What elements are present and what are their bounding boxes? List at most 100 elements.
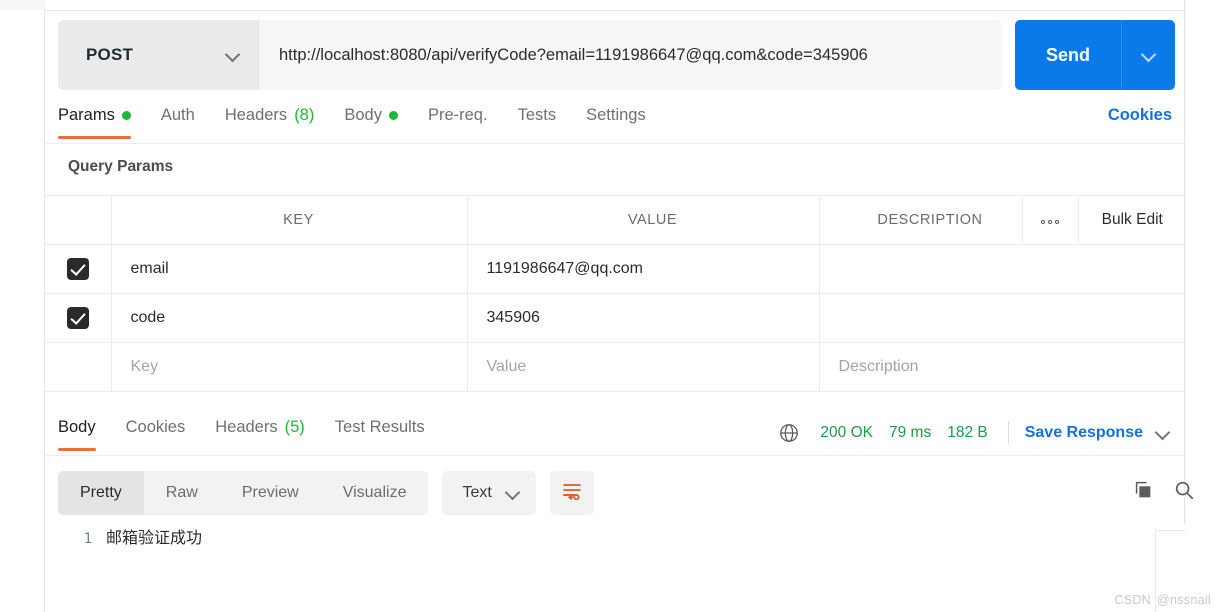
param-description-placeholder-text: Description [838, 358, 919, 375]
url-text: http://localhost:8080/api/verifyCode?ema… [279, 45, 868, 64]
watermark-user: @nssnail [1157, 593, 1211, 607]
param-key-placeholder-cell[interactable]: Key [111, 342, 468, 392]
response-tabs-divider [45, 455, 1186, 456]
watermark-brand: CSDN [1114, 593, 1151, 607]
tab-count-badge: (8) [294, 106, 315, 124]
meta-divider [1007, 421, 1009, 445]
response-format-label: Text [462, 484, 492, 501]
param-description-cell[interactable] [819, 293, 1186, 343]
url-input[interactable]: http://localhost:8080/api/verifyCode?ema… [258, 20, 1002, 90]
copy-icon[interactable] [1132, 479, 1154, 501]
param-key-text: email [130, 260, 169, 277]
tab-status-dot-icon [388, 111, 398, 120]
chevron-down-icon [1142, 48, 1156, 62]
param-value-text: 345906 [486, 309, 540, 326]
save-response-button[interactable]: Save Response [1025, 424, 1143, 442]
request-tab-auth[interactable]: Auth [146, 106, 210, 139]
tab-label: Headers [215, 418, 278, 436]
response-actions [1132, 479, 1195, 501]
key-header-label: KEY [283, 212, 314, 228]
bulk-edit-button[interactable]: Bulk Edit [1078, 195, 1186, 245]
value-header: VALUE [467, 195, 820, 245]
query-params-body: email 1191986647@qq.com code 345906 Key Value… [45, 244, 1186, 392]
value-header-label: VALUE [627, 212, 678, 228]
response-format-select[interactable]: Text [442, 471, 536, 515]
tab-label: Body [58, 418, 96, 436]
response-tab-testresults[interactable]: Test Results [320, 418, 440, 451]
code-line: 1 邮箱验证成功 [58, 524, 1206, 554]
response-viewer-toolbar: Pretty Raw Preview Visualize Text [58, 471, 594, 515]
tab-label: Body [344, 106, 382, 124]
more-options-icon[interactable] [1041, 220, 1059, 224]
param-key-cell[interactable]: code [111, 293, 468, 343]
table-row: code 345906 [45, 293, 1186, 343]
tab-label: Headers [224, 106, 288, 124]
http-method-label: POST [86, 45, 134, 64]
panel-top-divider [45, 10, 1185, 11]
send-button-group: Send [1015, 20, 1175, 90]
tab-label: Settings [586, 106, 646, 124]
line-number: 1 [83, 531, 92, 547]
row-checkbox-cell[interactable] [45, 244, 112, 294]
viewer-mode-visualize[interactable]: Visualize [321, 471, 429, 515]
response-tab-headers[interactable]: Headers (5) [200, 418, 320, 451]
tab-label: Auth [160, 106, 195, 124]
word-wrap-icon [562, 482, 582, 505]
request-tab-prereq[interactable]: Pre-req. [413, 106, 503, 139]
select-all-header [45, 195, 112, 245]
more-options-header[interactable] [1022, 195, 1079, 245]
response-time: 79 ms [888, 424, 932, 441]
tab-label: Cookies [125, 418, 186, 436]
param-description-placeholder-cell[interactable]: Description [819, 342, 1186, 392]
response-tabs: Body Cookies Headers (5) Test Results 200 OK… [45, 412, 1186, 456]
query-params-title: Query Params [68, 158, 174, 175]
request-tab-settings[interactable]: Settings [571, 106, 661, 139]
response-meta: 200 OK 79 ms 182 B Save Response [778, 421, 1170, 445]
response-tab-cookies[interactable]: Cookies [111, 418, 201, 451]
param-value-cell[interactable]: 1191986647@qq.com [467, 244, 820, 294]
watermark: CSDN @nssnail [1114, 593, 1211, 607]
left-gutter [0, 0, 45, 612]
line-text: 邮箱验证成功 [106, 528, 203, 547]
param-value-placeholder-cell[interactable]: Value [467, 342, 820, 392]
right-margin [1186, 0, 1219, 612]
viewer-mode-group: Pretty Raw Preview Visualize [58, 471, 429, 515]
send-options-button[interactable] [1122, 20, 1175, 90]
response-body-code[interactable]: 1 邮箱验证成功 [58, 524, 1206, 612]
chevron-down-icon[interactable] [1156, 426, 1170, 440]
row-checkbox[interactable] [66, 258, 89, 280]
chevron-down-icon [506, 486, 520, 500]
cookies-link[interactable]: Cookies [1108, 106, 1172, 125]
param-value-cell[interactable]: 345906 [467, 293, 820, 343]
chevron-down-icon [226, 48, 240, 62]
word-wrap-button[interactable] [549, 471, 594, 515]
request-tabs-divider [45, 143, 1185, 144]
viewer-mode-preview[interactable]: Preview [220, 471, 321, 515]
row-checkbox[interactable] [66, 307, 89, 329]
param-key-text: code [130, 309, 166, 326]
row-checkbox-cell[interactable] [45, 293, 112, 343]
param-description-cell[interactable] [819, 244, 1186, 294]
postman-request-response-view: POST http://localhost:8080/api/verifyCod… [0, 0, 1219, 612]
tab-label: Test Results [334, 418, 425, 436]
description-header-label: DESCRIPTION [877, 212, 983, 228]
row-checkbox-cell[interactable] [45, 342, 112, 392]
viewer-mode-pretty[interactable]: Pretty [58, 471, 144, 515]
response-tabstrip: Body Cookies Headers (5) Test Results [58, 418, 440, 451]
tab-label: Pre-req. [427, 106, 488, 124]
param-value-text: 1191986647@qq.com [486, 260, 644, 277]
request-tab-params[interactable]: Params [58, 106, 146, 139]
tab-label: Tests [517, 106, 557, 124]
search-icon[interactable] [1173, 479, 1195, 501]
param-key-cell[interactable]: email [111, 244, 468, 294]
http-method-select[interactable]: POST [58, 20, 258, 90]
response-tab-body[interactable]: Body [58, 418, 111, 451]
request-tab-tests[interactable]: Tests [503, 106, 572, 139]
description-header: DESCRIPTION [819, 195, 1023, 245]
gutter-top-fill [0, 0, 45, 10]
send-button[interactable]: Send [1015, 20, 1122, 90]
request-tab-headers[interactable]: Headers (8) [210, 106, 330, 139]
viewer-mode-raw[interactable]: Raw [144, 471, 220, 515]
status-code: 200 OK [820, 424, 873, 441]
request-tab-body[interactable]: Body [329, 106, 413, 139]
